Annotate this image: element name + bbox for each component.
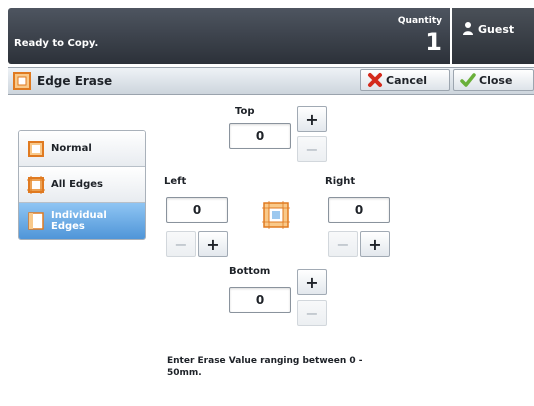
left-minus-button[interactable]: − [166,231,196,257]
right-minus-button[interactable]: − [328,231,358,257]
edge-preview-icon [262,201,290,229]
top-value-field[interactable]: 0 [229,123,291,149]
left-label: Left [164,176,187,187]
cancel-button[interactable]: Cancel [360,69,450,91]
right-plus-button[interactable]: + [360,231,390,257]
bottom-plus-button[interactable]: + [297,269,327,295]
x-icon [368,73,382,87]
option-label: All Edges [51,179,103,190]
cancel-label: Cancel [386,73,428,87]
title-bar: Edge Erase Cancel Close [8,67,534,95]
page-title: Edge Erase [37,74,113,88]
person-icon [463,22,473,35]
edge-erase-screen: Ready to Copy. Quantity 1 Guest Edge Era… [0,0,534,406]
status-bar: Ready to Copy. Quantity 1 [8,8,450,64]
option-normal[interactable]: Normal [19,131,145,167]
individual-edges-icon [28,212,44,230]
bottom-value-field[interactable]: 0 [229,287,291,313]
quantity-label: Quantity [397,16,442,26]
status-text: Ready to Copy. [14,38,99,49]
right-label: Right [325,176,356,187]
edge-erase-icon [13,72,31,90]
left-plus-button[interactable]: + [198,231,228,257]
close-label: Close [479,73,513,87]
left-value-field[interactable]: 0 [166,197,228,223]
option-label: Normal [51,143,92,154]
top-label: Top [235,106,255,117]
user-button[interactable]: Guest [452,8,534,64]
range-hint: Enter Erase Value ranging between 0 - 50… [167,356,363,378]
checkmark-icon [460,73,476,87]
main-panel: Normal All Edges Individual Edges Top 0 [8,95,534,406]
close-button[interactable]: Close [453,69,534,91]
normal-edge-icon [28,140,44,157]
option-label: Individual Edges [51,210,107,232]
option-all-edges[interactable]: All Edges [19,167,145,203]
right-value-field[interactable]: 0 [328,197,390,223]
all-edges-icon [27,175,45,194]
user-label: Guest [478,23,515,36]
top-plus-button[interactable]: + [297,106,327,132]
edge-option-list: Normal All Edges Individual Edges [18,130,146,240]
bottom-label: Bottom [229,266,271,277]
bottom-minus-button[interactable]: − [297,300,327,326]
quantity-value: 1 [425,28,442,56]
option-individual-edges[interactable]: Individual Edges [19,203,145,239]
top-minus-button[interactable]: − [297,136,327,162]
